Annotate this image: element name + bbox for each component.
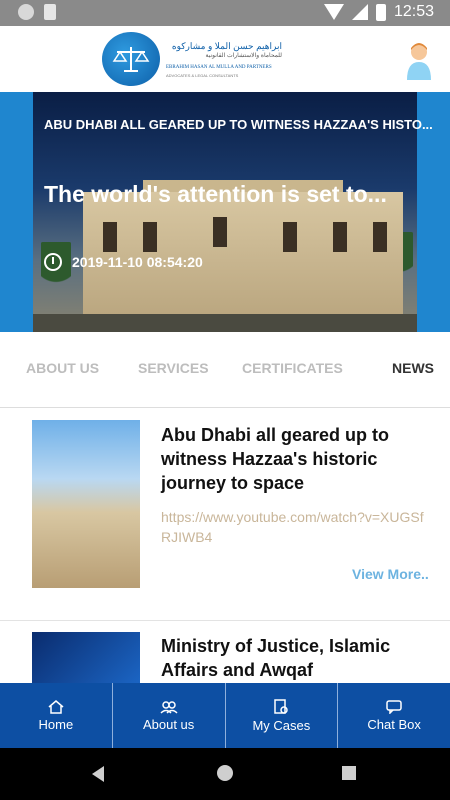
news-title: Abu Dhabi all geared up to witness Hazza… <box>161 425 390 493</box>
clock-icon <box>44 253 62 271</box>
news-link[interactable]: https://www.youtube.com/watch?v=XUGSfRJI… <box>161 507 431 547</box>
recent-apps-icon[interactable] <box>342 766 356 780</box>
tab-news[interactable]: NEWS <box>392 360 434 376</box>
app-header: ابراهيم حسن الملا و مشاركوه للمحاماة وال… <box>0 26 450 92</box>
logo-arabic-subtitle: للمحاماة والاستشارات القانونية <box>205 52 282 59</box>
logo-english-subtitle: ADVOCATES & LEGAL CONSULTANTS <box>166 72 239 78</box>
home-icon <box>48 699 64 714</box>
tab-services[interactable]: SERVICES <box>138 360 209 376</box>
user-avatar-icon[interactable] <box>404 40 434 82</box>
timestamp-text: 2019-11-10 08:54:20 <box>72 254 203 270</box>
bottom-navigation: Home About us My Cases Chat Box <box>0 683 450 748</box>
section-tabs: ABOUT US SERVICES CERTIFICATES NEWS <box>0 332 450 408</box>
nav-my-cases-label: My Cases <box>252 717 311 733</box>
chat-icon <box>386 699 402 714</box>
tab-certificates[interactable]: CERTIFICATES <box>242 360 343 376</box>
nav-home-label: Home <box>38 716 74 732</box>
company-logo[interactable]: ابراهيم حسن الملا و مشاركوه للمحاماة وال… <box>102 32 282 86</box>
nav-my-cases-button[interactable]: My Cases <box>226 683 339 748</box>
nav-about-us-button[interactable]: About us <box>113 683 226 748</box>
news-card[interactable]: Ministry of Justice, Islamic Affairs and… <box>0 622 450 683</box>
wifi-icon <box>323 4 344 20</box>
home-circle-icon[interactable] <box>217 765 233 781</box>
battery-icon <box>375 3 386 21</box>
nav-home-button[interactable]: Home <box>0 683 113 748</box>
users-icon <box>160 700 178 714</box>
news-thumbnail <box>32 420 140 588</box>
sd-card-icon <box>44 4 56 20</box>
notification-dot-icon <box>18 4 34 20</box>
status-bar: 12:53 <box>0 0 450 26</box>
nav-chat-box-button[interactable]: Chat Box <box>338 683 450 748</box>
signal-icon <box>351 4 368 20</box>
nav-chat-box-label: Chat Box <box>367 716 421 732</box>
status-time: 12:53 <box>393 3 434 20</box>
news-thumbnail <box>32 632 140 683</box>
system-navigation-bar <box>0 748 450 800</box>
logo-arabic-name: ابراهيم حسن الملا و مشاركوه <box>171 40 282 51</box>
scales-logo-icon <box>102 32 160 86</box>
cases-icon <box>274 698 289 714</box>
tab-about-us[interactable]: ABOUT US <box>26 360 99 376</box>
news-card[interactable]: Abu Dhabi all geared up to witness Hazza… <box>0 409 450 621</box>
featured-news-timestamp: 2019-11-10 08:54:20 <box>44 253 203 271</box>
news-title: Ministry of Justice, Islamic Affairs and… <box>161 636 391 680</box>
logo-english-name: EBRAHIM HASAN AL MULLA AND PARTNERS <box>166 64 272 70</box>
featured-news-headline: ABU DHABI ALL GEARED UP TO WITNESS HAZZA… <box>44 117 433 132</box>
view-more-link[interactable]: View More.. <box>352 566 429 582</box>
back-icon[interactable] <box>92 766 104 782</box>
nav-about-us-label: About us <box>142 716 195 732</box>
featured-news-title: The world's attention is set to... <box>44 181 387 207</box>
